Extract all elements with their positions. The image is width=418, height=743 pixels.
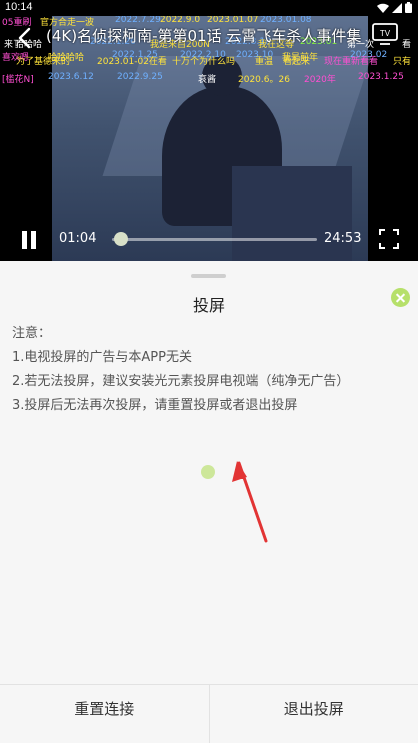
danmaku-item: 2023.01.07 — [207, 16, 259, 25]
touch-indicator — [201, 465, 215, 479]
danmaku-item: 2023.1.25 — [358, 72, 404, 82]
exit-cast-button[interactable]: 退出投屏 — [210, 685, 418, 743]
chevron-left-icon — [18, 27, 31, 49]
danmaku-item: 2020.6。26 — [238, 75, 290, 85]
danmaku-item: 2022.7.29 — [115, 16, 161, 25]
pause-button[interactable] — [19, 229, 39, 251]
seek-thumb[interactable] — [113, 232, 128, 246]
sheet-drag-handle[interactable] — [191, 274, 226, 278]
danmaku-item: 重温 — [255, 57, 274, 67]
danmaku-item: 为了基德来的 — [16, 57, 71, 67]
status-bar: 10:14 — [0, 0, 418, 16]
danmaku-item: 十万个为什么吗 — [172, 57, 236, 67]
seek-bar[interactable] — [112, 238, 317, 241]
pointer-arrow-icon — [232, 461, 268, 543]
danmaku-item: 看起来 — [283, 57, 311, 67]
danmaku-item: 只有 — [393, 57, 412, 67]
cast-notes: 注意： 1.电视投屏的广告与本APP无关 2.若无法投屏，建议安装光元素投屏电视… — [12, 322, 349, 418]
cast-sheet: 投屏 注意： 1.电视投屏的广告与本APP无关 2.若无法投屏，建议安装光元素投… — [0, 261, 418, 743]
reset-connection-button[interactable]: 重置连接 — [0, 685, 209, 743]
danmaku-item: 2023.01-02在看 — [97, 57, 167, 67]
danmaku-item: 2020年 — [304, 75, 336, 85]
video-player[interactable]: 05重刷 官方合走一波 2022.7.29 2022.9.0 2023.01.0… — [0, 16, 418, 261]
danmaku-item: [槛花N] — [2, 75, 34, 85]
back-button[interactable] — [12, 25, 38, 51]
sheet-title: 投屏 — [192, 296, 225, 315]
danmaku-item: 哀酱 — [198, 75, 217, 85]
danmaku-item: 看 — [402, 40, 412, 50]
danmaku-item: 2023.6.12 — [48, 72, 94, 82]
video-controls: 01:04 24:53 — [0, 222, 418, 258]
note-item: 2.若无法投屏，建议安装光元素投屏电视端（纯净无广告） — [12, 374, 350, 389]
tv-icon: TV — [372, 23, 398, 45]
signal-icon — [392, 2, 402, 13]
current-time: 01:04 — [59, 231, 97, 246]
battery-icon — [405, 2, 412, 13]
close-button[interactable] — [391, 288, 410, 307]
status-time: 10:14 — [5, 1, 33, 13]
total-time: 24:53 — [324, 231, 362, 246]
video-title: (4K)名侦探柯南-第第01话 云霄飞车杀人事件集 — [46, 27, 362, 45]
note-item: 1.电视投屏的广告与本APP无关 — [12, 350, 192, 365]
status-icons — [377, 2, 412, 13]
danmaku-item: 2023.01.08 — [260, 16, 312, 25]
danmaku-item: 2022.9.25 — [117, 72, 163, 82]
cast-tv-button[interactable]: TV — [372, 23, 398, 45]
danmaku-item: 2022.9.0 — [160, 16, 201, 25]
note-item: 3.投屏后无法再次投屏，请重置投屏或者退出投屏 — [12, 398, 298, 413]
fullscreen-icon — [379, 229, 399, 249]
wifi-icon — [377, 3, 389, 13]
danmaku-item: 现在重新看看 — [324, 57, 379, 67]
note-heading: 注意： — [12, 326, 52, 341]
sheet-footer: 重置连接 退出投屏 — [0, 684, 418, 743]
svg-text:TV: TV — [380, 29, 391, 38]
fullscreen-button[interactable] — [379, 229, 399, 249]
